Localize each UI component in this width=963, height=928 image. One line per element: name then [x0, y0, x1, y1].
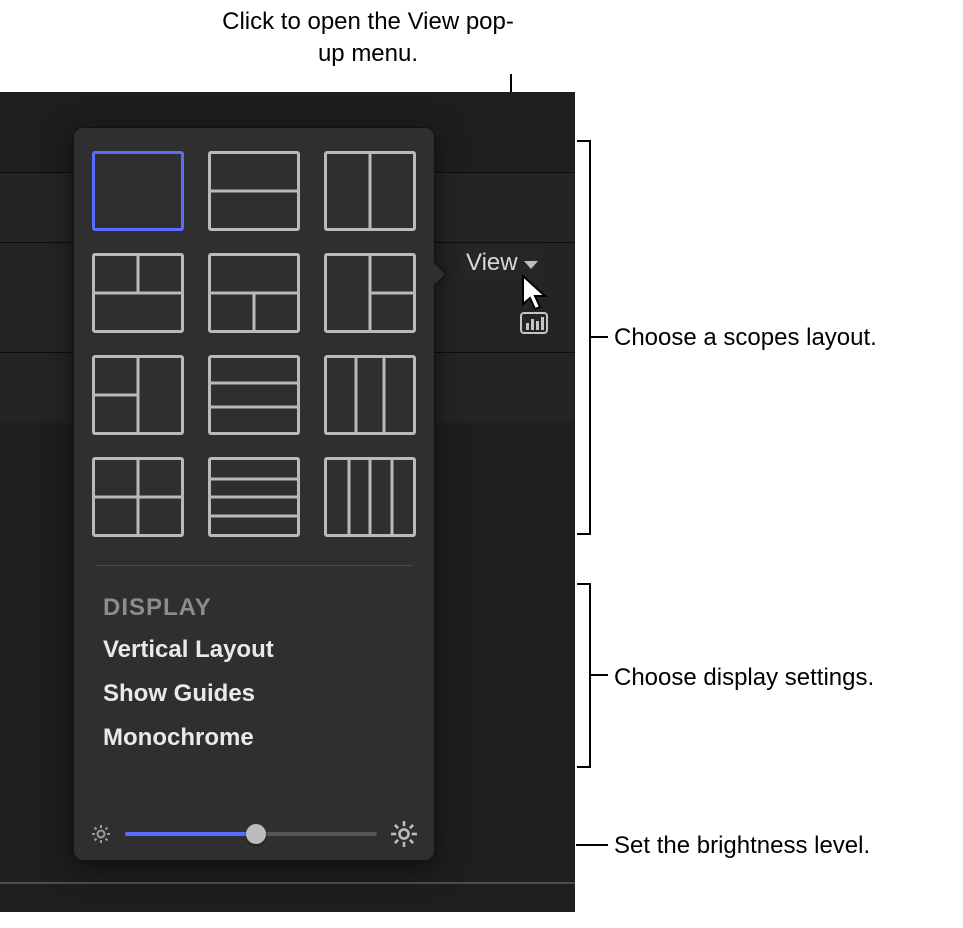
annotated-screenshot: Click to open the View pop-up menu. View [0, 0, 963, 928]
brightness-row [73, 821, 435, 847]
layout-2x2-offset-r[interactable] [324, 253, 416, 333]
layout-grid [73, 127, 435, 559]
layout-4rows[interactable] [208, 457, 300, 537]
layout-1x1[interactable] [92, 151, 184, 231]
bracket-layouts [576, 140, 610, 535]
menu-item-vertical-layout[interactable]: Vertical Layout [103, 628, 405, 672]
divider [95, 565, 413, 566]
layout-4cols[interactable] [324, 457, 416, 537]
brightness-slider[interactable] [125, 832, 377, 836]
callout-layouts: Choose a scopes layout. [614, 322, 944, 354]
menu-item-monochrome[interactable]: Monochrome [103, 716, 405, 760]
layout-1over2[interactable] [208, 253, 300, 333]
menu-item-show-guides[interactable]: Show Guides [103, 672, 405, 716]
callout-brightness: Set the brightness level. [614, 830, 944, 862]
callout-display: Choose display settings. [614, 662, 944, 694]
app-dark-panel: View [0, 92, 575, 912]
layout-1over1[interactable] [208, 151, 300, 231]
view-button-label: View [466, 249, 518, 277]
bracket-display [576, 583, 610, 768]
divider [0, 882, 575, 884]
view-popover: DISPLAY Vertical Layout Show Guides Mono… [73, 127, 435, 861]
layout-2over1[interactable] [92, 253, 184, 333]
section-header-display: DISPLAY [103, 594, 405, 622]
layout-1over3[interactable] [208, 355, 300, 435]
layout-2left-1right[interactable] [92, 355, 184, 435]
slider-thumb[interactable] [246, 824, 266, 844]
layout-3cols[interactable] [324, 355, 416, 435]
brightness-high-icon [391, 821, 417, 847]
view-popup-button[interactable]: View [462, 247, 542, 279]
slider-fill [125, 832, 256, 836]
chevron-down-icon [524, 261, 538, 269]
layout-2cols[interactable] [324, 151, 416, 231]
callout-view-popup: Click to open the View pop-up menu. [213, 6, 523, 71]
layout-2x2[interactable] [92, 457, 184, 537]
scopes-toggle-icon[interactable] [520, 312, 548, 334]
brightness-low-icon [91, 824, 111, 844]
leader-line [576, 844, 608, 846]
